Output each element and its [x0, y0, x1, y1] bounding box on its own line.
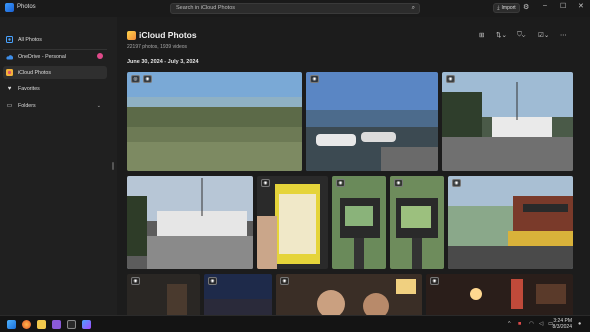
sidebar: All Photos OneDrive - Personal iCloud Ph…: [0, 17, 110, 315]
photo-count: 22197 photos, 1939 videos: [127, 44, 188, 50]
photo-image: [390, 176, 444, 269]
photos-app-icon[interactable]: [82, 320, 91, 329]
photo-tile[interactable]: ◉: [442, 72, 573, 171]
chevron-up-icon[interactable]: ^: [508, 321, 511, 327]
live-photo-icon: ◉: [430, 277, 439, 285]
live-photo-icon: ◉: [280, 277, 289, 285]
photo-tile[interactable]: ◉: [448, 176, 573, 269]
photo-image: [442, 72, 573, 171]
photo-tile[interactable]: ◉: [276, 274, 422, 315]
cloud-icon: [6, 53, 13, 60]
photo-image: [127, 72, 302, 171]
photo-image: [276, 274, 422, 315]
sidebar-item-all-photos[interactable]: All Photos: [3, 33, 107, 46]
volume-icon[interactable]: ◁: [539, 321, 543, 327]
photo-image: [448, 176, 573, 269]
taskbar: ^ ■ ◠ ◁ ▭ 3:24 PM 8/3/2024 ●: [0, 315, 590, 332]
terminal-icon[interactable]: [67, 320, 76, 329]
photo-image: [127, 176, 253, 269]
photo-tile[interactable]: ◉: [257, 176, 328, 269]
search-box[interactable]: Search in iCloud Photos ⌕: [170, 3, 420, 14]
more-icon[interactable]: ⋯: [560, 31, 567, 39]
sort-icon[interactable]: ⇅⌄: [496, 31, 507, 39]
photo-tile[interactable]: [127, 176, 253, 269]
search-input[interactable]: Search in iCloud Photos: [176, 5, 235, 11]
live-photo-icon: ◉: [131, 277, 140, 285]
photo-tile[interactable]: ◉: [426, 274, 573, 315]
photo-tile[interactable]: ◎ ◉: [127, 72, 302, 171]
photo-image: [426, 274, 573, 315]
photo-image: [332, 176, 386, 269]
page-title: iCloud Photos: [139, 30, 197, 40]
photos-logo-icon: [5, 3, 14, 12]
live-photo-icon: ◉: [394, 179, 403, 187]
live-photo-icon: ◉: [452, 179, 461, 187]
photo-tile[interactable]: ◉: [306, 72, 438, 171]
maximize-icon[interactable]: ☐: [560, 2, 566, 10]
sidebar-item-folders[interactable]: ▭ Folders ⌄: [3, 99, 107, 112]
live-photo-icon: ◉: [336, 179, 345, 187]
photo-tile[interactable]: ◉: [332, 176, 386, 269]
icloud-icon: [6, 69, 13, 76]
sidebar-resize-handle[interactable]: [112, 162, 114, 170]
clock-date: 8/3/2024: [552, 324, 572, 330]
visual-studio-icon[interactable]: [52, 320, 61, 329]
sidebar-item-label: Favorites: [18, 85, 40, 92]
photo-tile[interactable]: ◉: [390, 176, 444, 269]
wifi-icon[interactable]: ◠: [529, 321, 534, 327]
filter-icon[interactable]: ⛉⌄: [517, 31, 525, 39]
sidebar-item-label: Folders: [18, 102, 36, 109]
photo-image: [306, 72, 438, 171]
import-icon: ⤓: [497, 5, 500, 11]
import-button[interactable]: ⤓ Import: [493, 3, 520, 13]
photo-tile[interactable]: ◉: [204, 274, 272, 315]
icloud-icon: [127, 31, 136, 40]
heart-icon: ♥: [7, 85, 12, 92]
folder-icon: ▭: [6, 103, 13, 109]
live-photo-icon: ◉: [208, 277, 217, 285]
firefox-icon[interactable]: [22, 320, 31, 329]
live-photo-icon: ◉: [310, 75, 319, 83]
sidebar-item-label: All Photos: [18, 36, 42, 43]
start-icon[interactable]: [7, 320, 16, 329]
notification-icon[interactable]: ●: [578, 321, 581, 327]
add-icon[interactable]: ⊞: [479, 31, 484, 39]
sidebar-item-label: iCloud Photos: [18, 69, 51, 76]
photos-icon: [6, 36, 13, 43]
live-photo-icon: ◉: [261, 179, 270, 187]
photo-tile[interactable]: ◉: [127, 274, 200, 315]
live-photo-icon: ◉: [143, 75, 152, 83]
tray-app-icon[interactable]: ■: [518, 321, 521, 327]
app-title: Photos: [17, 4, 36, 10]
search-icon[interactable]: ⌕: [412, 5, 415, 12]
chevron-down-icon[interactable]: ⌄: [97, 103, 101, 109]
sidebar-item-onedrive[interactable]: OneDrive - Personal: [3, 50, 107, 63]
hdr-icon: ◎: [131, 75, 140, 83]
photos-app-window: Photos Search in iCloud Photos ⌕ ⤓ Impor…: [0, 0, 590, 332]
sidebar-item-icloud-photos[interactable]: iCloud Photos: [3, 66, 107, 79]
close-icon[interactable]: ✕: [578, 2, 584, 10]
import-label: Import: [501, 5, 516, 11]
explorer-icon[interactable]: [37, 320, 46, 329]
gear-icon[interactable]: ⚙: [523, 3, 529, 11]
photo-image: [257, 176, 328, 269]
status-badge: [97, 53, 103, 59]
sidebar-item-label: OneDrive - Personal: [18, 53, 66, 60]
live-photo-icon: ◉: [446, 75, 455, 83]
date-range-heading: June 30, 2024 - July 3, 2024: [127, 59, 199, 65]
sidebar-item-favorites[interactable]: ♥ Favorites: [3, 82, 107, 95]
system-clock[interactable]: 3:24 PM 8/3/2024: [553, 318, 572, 330]
title-bar: Photos Search in iCloud Photos ⌕ ⤓ Impor…: [0, 0, 590, 17]
main-content: iCloud Photos 22197 photos, 1939 videos …: [117, 17, 590, 315]
minimize-icon[interactable]: –: [543, 2, 547, 9]
select-icon[interactable]: ☑⌄: [538, 31, 549, 39]
